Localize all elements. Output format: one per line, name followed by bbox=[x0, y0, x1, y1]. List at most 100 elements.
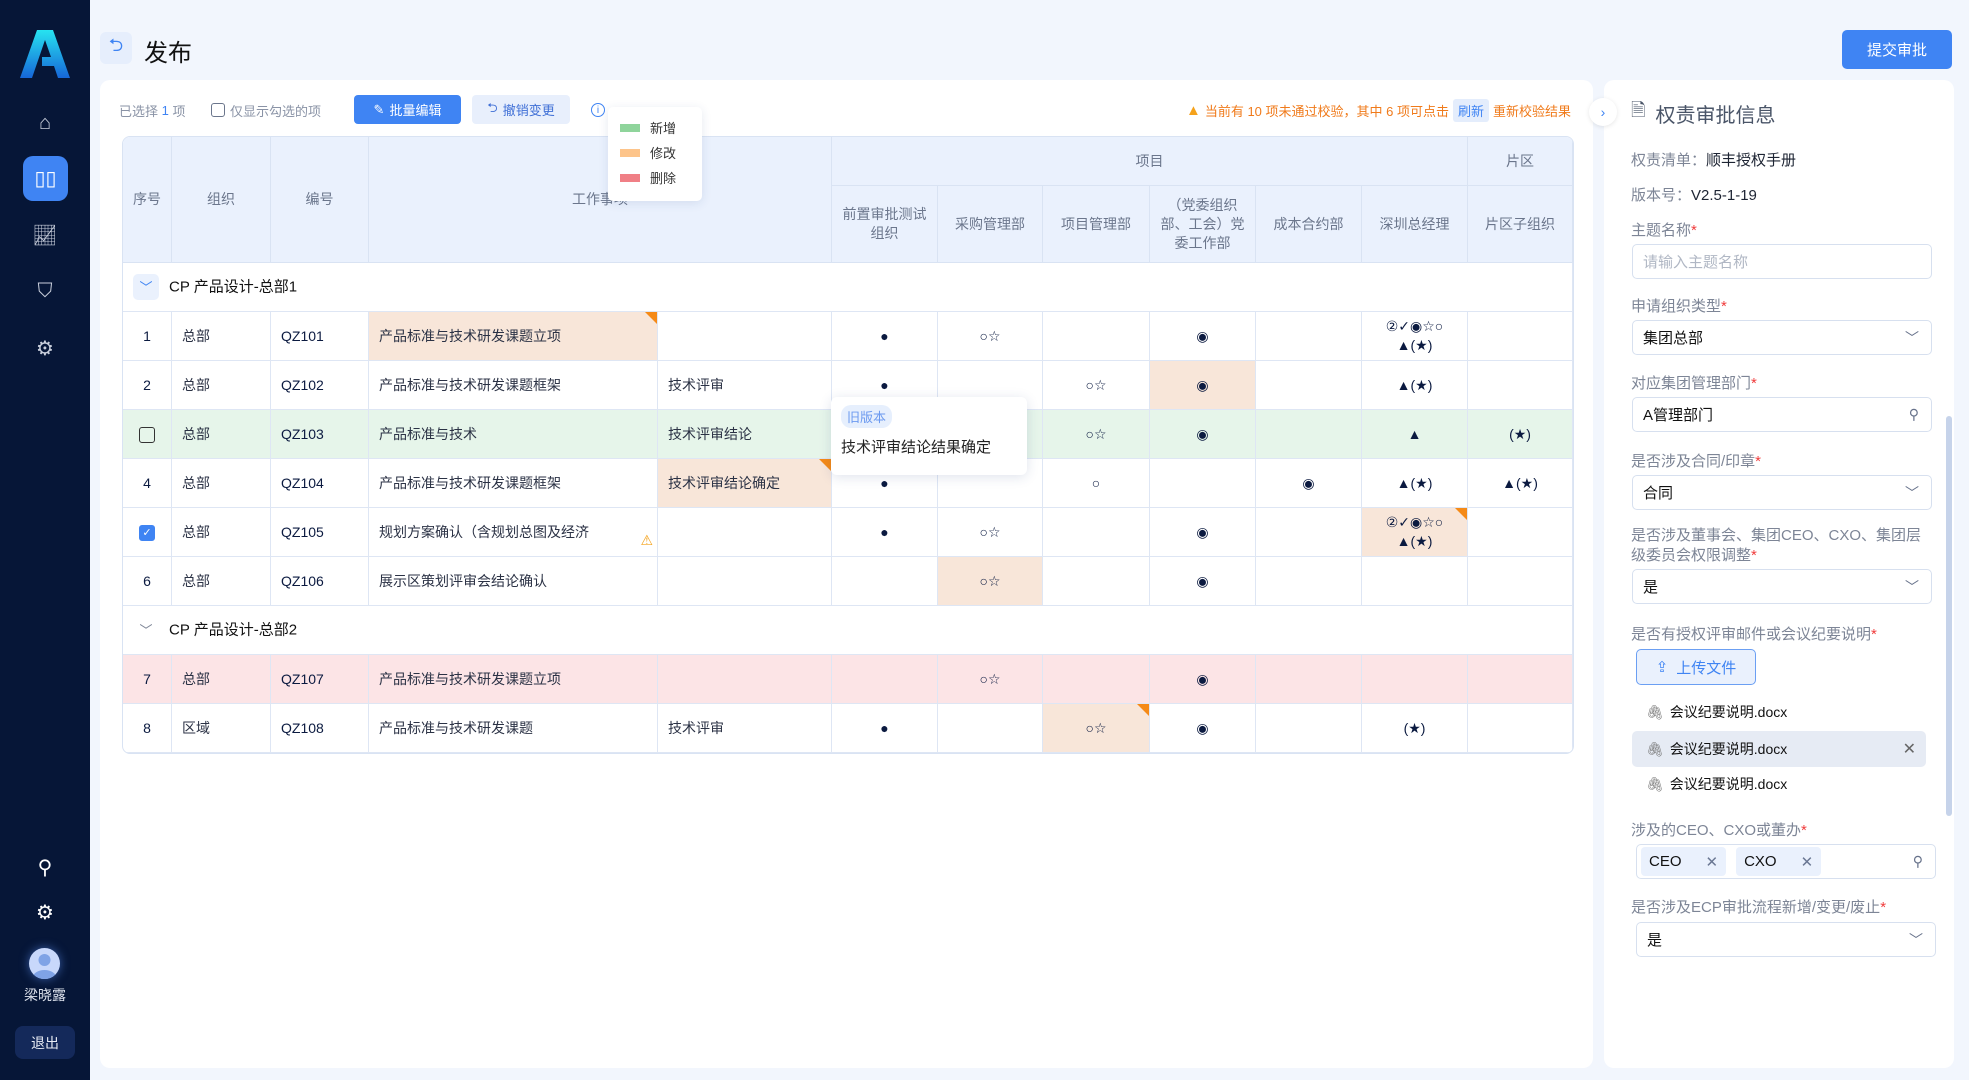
cell-1: 总部 bbox=[172, 508, 271, 557]
cell-3: 产品标准与技术 bbox=[369, 410, 658, 459]
chevron-down-icon: ﹀ bbox=[1905, 329, 1919, 346]
table-row[interactable]: 1 总部 QZ101 产品标准与技术研发课题立项 ● ○☆ ◉ ②✓◉☆○ ▲(★) bbox=[123, 312, 1574, 361]
subject-placeholder: 请输入主题名称 bbox=[1643, 254, 1749, 271]
table-row[interactable]: ✓ 总部 QZ105 规划方案确认（含规划总图及经济 ⚠ ● ○☆ ◉ ②✓◉☆○ ▲(★) bbox=[123, 508, 1574, 557]
ecp-select[interactable]: 是 ﹀ bbox=[1636, 922, 1936, 957]
avatar[interactable] bbox=[29, 948, 60, 979]
cell-10: ▲ bbox=[1362, 410, 1469, 459]
chevron-right-icon: › bbox=[1600, 104, 1606, 120]
old-version-tooltip: 旧版本 技术评审结论结果确定 bbox=[831, 397, 1027, 475]
cell-7 bbox=[1043, 312, 1150, 361]
batch-edit-button[interactable]: ✎ 批量编辑 bbox=[354, 95, 461, 124]
cell-text: 产品标准与技术研发课题立项 bbox=[379, 670, 561, 687]
search-icon[interactable]: ⚲ bbox=[1909, 406, 1919, 423]
remove-tag-icon[interactable]: ✕ bbox=[1801, 853, 1814, 871]
cell-4: 技术评审 bbox=[658, 704, 832, 753]
document-icon: 🗎︎ bbox=[1631, 100, 1646, 120]
selected-count: 1 bbox=[161, 102, 169, 118]
dept-input[interactable]: A管理部门 ⚲ bbox=[1632, 397, 1932, 432]
chart-icon[interactable]: 📈︎ bbox=[25, 215, 65, 255]
upload-file-button[interactable]: ⇪ 上传文件 bbox=[1636, 649, 1756, 685]
settings-icon[interactable]: ⚙ bbox=[25, 892, 65, 932]
board-select[interactable]: 是 ﹀ bbox=[1632, 569, 1932, 604]
remove-tag-icon[interactable]: ✕ bbox=[1706, 853, 1719, 871]
header-6: 片区子组织 bbox=[1468, 186, 1574, 263]
shield-icon[interactable]: ⛉ bbox=[25, 271, 65, 311]
ecp-label: 是否涉及ECP审批流程新增/变更/废止* bbox=[1631, 899, 1887, 916]
panel-scrollbar[interactable] bbox=[1946, 416, 1952, 816]
cxo-tag-input[interactable]: CEO ✕ CXO ✕ ⚲ bbox=[1636, 844, 1936, 879]
gear-icon[interactable]: ⚙ bbox=[25, 328, 65, 368]
remove-attachment-icon[interactable]: ✕ bbox=[1903, 739, 1916, 759]
header-3: （党委组织部、工会）党委工作部 bbox=[1150, 186, 1256, 263]
cell-2: QZ107 bbox=[271, 655, 369, 704]
search-icon[interactable]: ⚲ bbox=[25, 847, 65, 887]
cell-text: 7 bbox=[143, 670, 151, 687]
cell-9 bbox=[1256, 410, 1362, 459]
legend-label: 修改 bbox=[650, 146, 677, 161]
cell-text: QZ103 bbox=[281, 425, 324, 442]
collapse-panel-button[interactable]: › bbox=[1589, 98, 1617, 126]
cell-text: ◉ bbox=[1302, 474, 1315, 491]
table-row[interactable]: 6 总部 QZ106 展示区策划评审会结论确认 ○☆ ◉ bbox=[123, 557, 1574, 606]
panel-title: 权责审批信息 bbox=[1655, 104, 1776, 127]
subject-input[interactable]: 请输入主题名称 bbox=[1632, 244, 1932, 279]
cell-7: ○☆ bbox=[1043, 361, 1150, 410]
table-row[interactable]: 8 区域 QZ108 产品标准与技术研发课题 技术评审 ● ○☆ ◉ (★) bbox=[123, 704, 1574, 753]
cell-text: ○☆ bbox=[979, 572, 1001, 589]
warning-icon[interactable]: ⚠ bbox=[640, 531, 653, 550]
cell-text: 1 bbox=[143, 327, 151, 344]
cell-text: ● bbox=[880, 719, 889, 736]
board-label: 是否涉及董事会、集团CEO、CXO、集团层级委员会权限调整* bbox=[1631, 527, 1922, 564]
header-org: 组织 bbox=[172, 137, 271, 263]
logout-button[interactable]: 退出 bbox=[15, 1026, 75, 1059]
cell-5 bbox=[832, 557, 938, 606]
cell-text: 6 bbox=[143, 572, 151, 589]
refresh-link[interactable]: 刷新 bbox=[1452, 99, 1489, 122]
cell-text: QZ101 bbox=[281, 327, 324, 344]
old-version-tag: 旧版本 bbox=[841, 405, 893, 428]
search-icon[interactable]: ⚲ bbox=[1913, 853, 1923, 870]
cell-2: QZ106 bbox=[271, 557, 369, 606]
attachment-item[interactable]: 🖇︎ 会议纪要说明.docx bbox=[1632, 766, 1926, 802]
cell-11: ▲(★) bbox=[1468, 459, 1574, 508]
undo-changes-button[interactable]: ⮌ 撤销变更 bbox=[472, 95, 570, 124]
warning-text: 当前有 10 项未通过校验，其中 6 项可点击 bbox=[1204, 104, 1449, 119]
header-seq: 序号 bbox=[123, 137, 172, 263]
attachment-item[interactable]: 🖇︎ 会议纪要说明.docx bbox=[1632, 694, 1926, 730]
submit-approval-button[interactable]: 提交审批 bbox=[1842, 30, 1952, 69]
info-icon[interactable]: i bbox=[591, 103, 605, 117]
cell-11: (★) bbox=[1468, 410, 1574, 459]
row-checkbox[interactable]: ✓ bbox=[139, 524, 155, 541]
cell-text: ● bbox=[880, 523, 889, 540]
cell-9 bbox=[1256, 312, 1362, 361]
pencil-icon: ✎ bbox=[373, 101, 385, 117]
legend-item: 修改 bbox=[620, 140, 702, 165]
cell-text: (★) bbox=[1509, 425, 1531, 442]
book-icon[interactable]: ▯▯ bbox=[23, 156, 68, 201]
chevron-down-icon[interactable]: ﹀ bbox=[133, 617, 159, 643]
cell-0: ✓ bbox=[123, 508, 172, 557]
list-label: 权责清单： bbox=[1631, 152, 1707, 169]
cell-text: ◉ bbox=[1196, 572, 1209, 589]
dept-label: 对应集团管理部门* bbox=[1631, 375, 1757, 392]
chevron-down-icon[interactable]: ﹀ bbox=[133, 274, 159, 300]
only-checked-checkbox[interactable] bbox=[211, 103, 225, 117]
row-checkbox[interactable] bbox=[139, 426, 155, 443]
chevron-down-icon: ﹀ bbox=[1905, 484, 1919, 501]
table-row[interactable]: 7 总部 QZ107 产品标准与技术研发课题立项 ○☆ ◉ bbox=[123, 655, 1574, 704]
attachment-name: 会议纪要说明.docx bbox=[1669, 776, 1788, 792]
contract-select[interactable]: 合同 ﹀ bbox=[1632, 475, 1932, 510]
cell-3: 产品标准与技术研发课题框架 bbox=[369, 459, 658, 508]
cell-text: ▲ bbox=[1407, 425, 1422, 442]
cell-text: ◉ bbox=[1196, 670, 1209, 687]
version-value: V2.5-1-19 bbox=[1691, 187, 1757, 204]
cell-text: ○ bbox=[1091, 474, 1101, 491]
only-checked-toggle[interactable]: 仅显示勾选的项 bbox=[211, 100, 321, 120]
back-button[interactable]: ⮌ bbox=[100, 32, 132, 64]
home-icon[interactable]: ⌂ bbox=[25, 103, 65, 143]
cxo-label: 涉及的CEO、CXO或董办* bbox=[1631, 822, 1807, 839]
org-type-select[interactable]: 集团总部 ﹀ bbox=[1632, 320, 1932, 355]
attachment-item[interactable]: 🖇︎ 会议纪要说明.docx ✕ bbox=[1632, 731, 1926, 767]
contract-value: 合同 bbox=[1643, 485, 1674, 502]
